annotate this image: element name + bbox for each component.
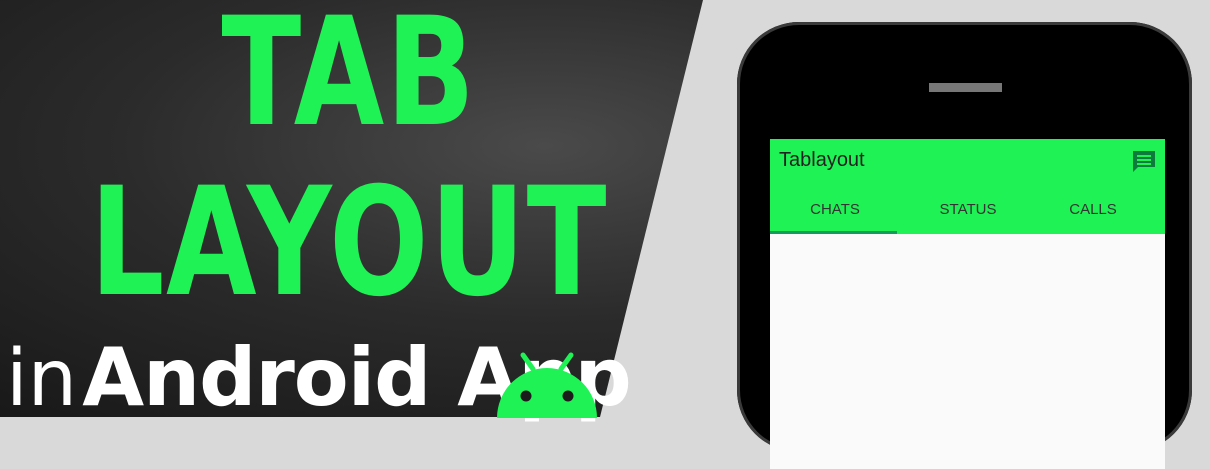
tab-calls[interactable]: CALLS <box>1028 201 1158 218</box>
headline-layout: LAYOUT <box>89 156 609 330</box>
android-icon <box>497 352 597 418</box>
app-toolbar: Tablayout CHATS STATUS CALLS <box>770 139 1165 234</box>
tab-chats[interactable]: CHATS <box>770 201 900 218</box>
tab-indicator <box>770 231 897 234</box>
phone-screen: Tablayout CHATS STATUS CALLS <box>770 139 1165 469</box>
subheadline-prefix: in <box>6 334 78 424</box>
chat-icon[interactable] <box>1131 149 1157 175</box>
phone-mockup: Tablayout CHATS STATUS CALLS <box>737 22 1192 469</box>
tab-status[interactable]: STATUS <box>903 201 1033 218</box>
headline-tab: TAB <box>221 0 477 160</box>
phone-speaker <box>929 83 1002 92</box>
app-title: Tablayout <box>779 149 865 171</box>
